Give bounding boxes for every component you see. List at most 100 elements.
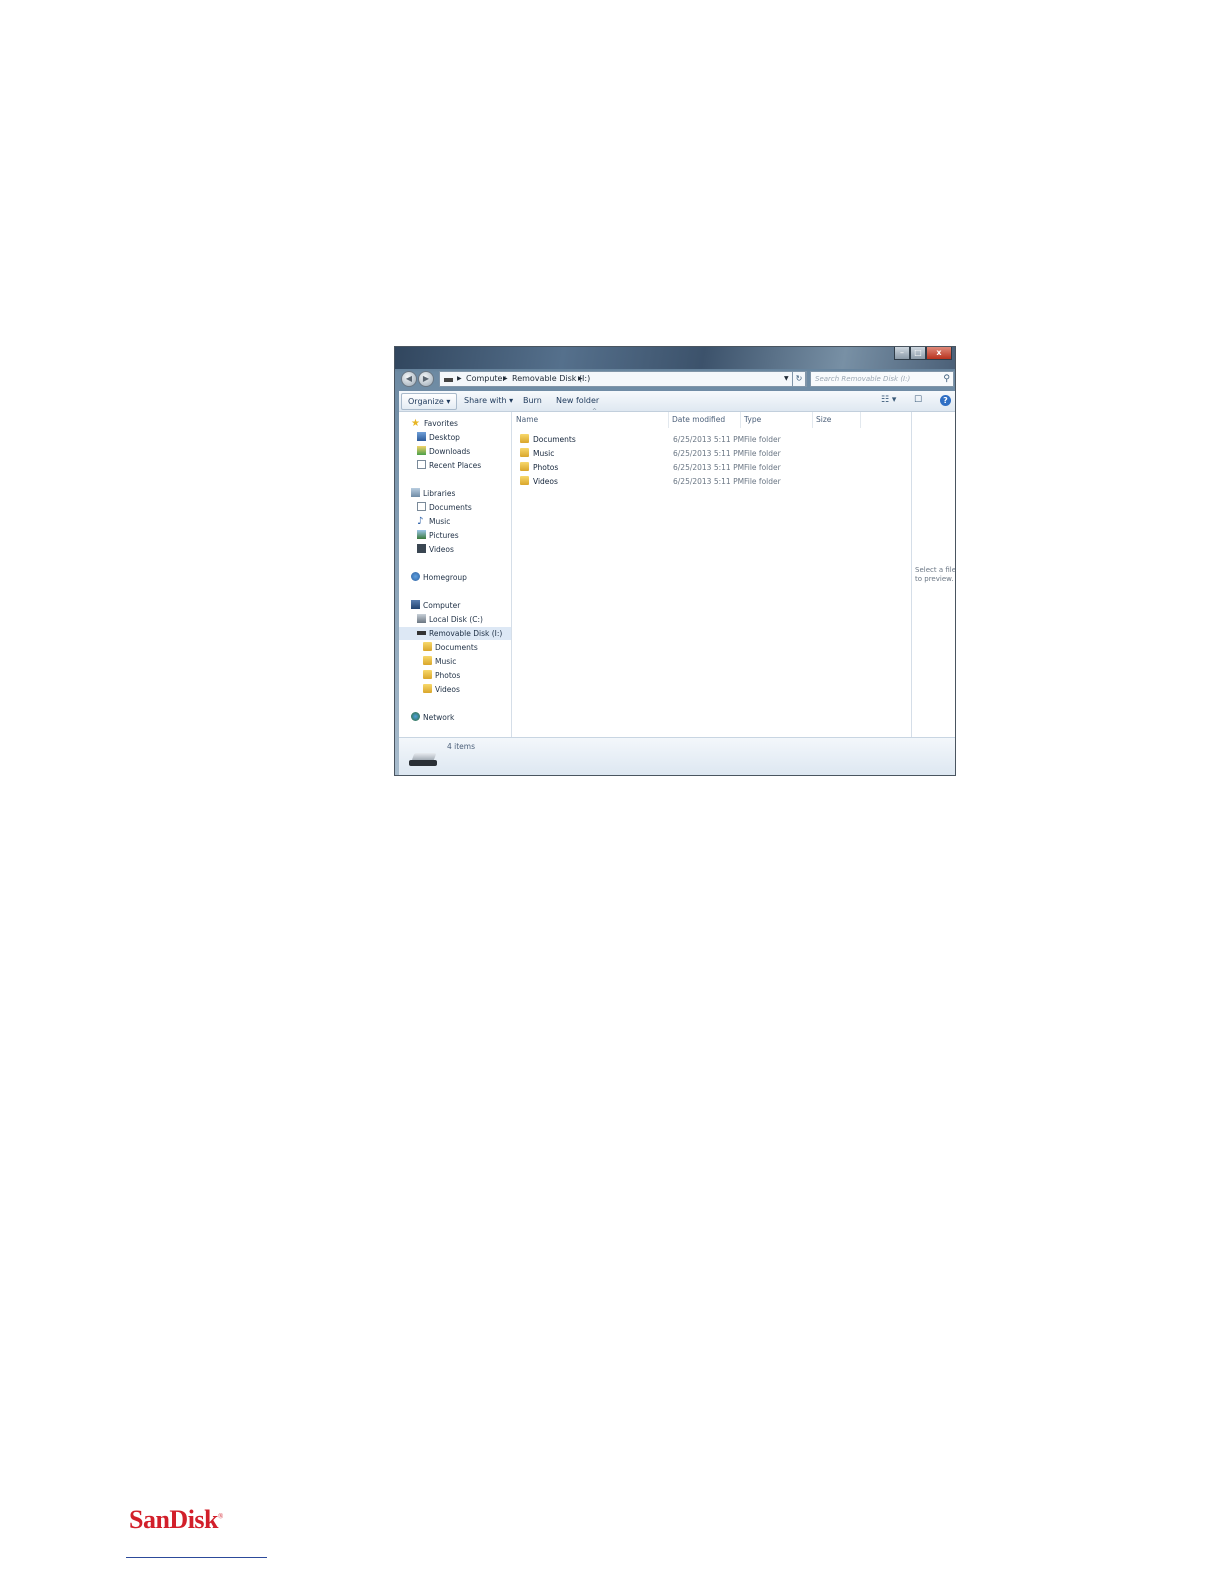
share-with-button[interactable]: Share with ▾ <box>464 391 513 411</box>
command-bar: Organize ▾ Share with ▾ Burn New folder … <box>399 391 955 412</box>
file-date: 6/25/2013 5:11 PM <box>673 449 745 458</box>
file-row[interactable]: Videos 6/25/2013 5:11 PM File folder <box>516 475 906 488</box>
nav-homegroup[interactable]: Homegroup <box>411 571 467 584</box>
file-type: File folder <box>744 449 781 458</box>
search-input[interactable]: Search Removable Disk (I:) ⚲ <box>810 371 954 387</box>
usb-drive-icon <box>409 753 439 767</box>
documents-icon <box>417 502 426 511</box>
details-pane: 4 items <box>399 737 955 775</box>
folder-icon <box>520 462 529 471</box>
footer-divider <box>126 1557 267 1558</box>
file-name: Documents <box>533 435 576 444</box>
nav-rd-documents[interactable]: Documents <box>423 641 478 654</box>
view-options-icon[interactable]: ☷ ▾ <box>881 395 896 405</box>
refresh-icon: ↻ <box>795 374 803 383</box>
folder-icon <box>423 684 432 693</box>
local-disk-icon <box>417 614 426 623</box>
address-dropdown-icon[interactable]: ▼ <box>784 372 789 386</box>
nav-rd-music[interactable]: Music <box>423 655 456 668</box>
window-body: ★ Favorites Desktop Downloads Recent Plac… <box>399 408 956 737</box>
explorer-window: – □ x ◀ ▶ ▶ Computer ▶ Removable Disk (I… <box>394 346 956 776</box>
registered-mark: ® <box>218 1512 223 1521</box>
nav-favorites[interactable]: ★ Favorites <box>411 417 458 430</box>
column-divider[interactable] <box>740 412 741 428</box>
column-header-type[interactable]: Type <box>744 415 761 424</box>
preview-message: Select a file to preview. <box>915 566 956 583</box>
folder-icon <box>520 448 529 457</box>
column-header-size[interactable]: Size <box>816 415 831 424</box>
navigation-bar: ◀ ▶ ▶ Computer ▶ Removable Disk (I:) ▶ ▼… <box>395 369 955 391</box>
breadcrumb-arrow-icon: ▶ <box>457 375 462 382</box>
breadcrumb-arrow-icon: ▶ <box>503 375 508 382</box>
file-date: 6/25/2013 5:11 PM <box>673 477 745 486</box>
file-type: File folder <box>744 477 781 486</box>
caption-buttons: – □ x <box>894 347 952 360</box>
help-icon[interactable]: ? <box>940 395 951 406</box>
nav-computer[interactable]: Computer <box>411 599 460 612</box>
file-date: 6/25/2013 5:11 PM <box>673 463 745 472</box>
column-divider[interactable] <box>812 412 813 428</box>
recent-places-icon <box>417 460 426 469</box>
file-name: Music <box>533 449 555 458</box>
title-bar[interactable]: – □ x <box>395 347 955 369</box>
nav-removable-disk[interactable]: Removable Disk (I:) <box>399 627 511 640</box>
breadcrumb-arrow-icon: ▶ <box>578 375 583 382</box>
preview-pane-icon[interactable]: ☐ <box>914 395 922 405</box>
nav-network[interactable]: Network <box>411 711 454 724</box>
nav-recent-places[interactable]: Recent Places <box>417 459 481 472</box>
preview-pane: Select a file to preview. <box>911 412 956 737</box>
videos-icon <box>417 544 426 553</box>
computer-icon <box>411 600 420 609</box>
column-divider[interactable] <box>668 412 669 428</box>
nav-libraries[interactable]: Libraries <box>411 487 455 500</box>
network-icon <box>411 712 420 721</box>
file-list: ^ Name Date modified Type Size Documents… <box>512 408 910 737</box>
organize-button[interactable]: Organize ▾ <box>401 393 458 410</box>
address-bar[interactable]: ▶ Computer ▶ Removable Disk (I:) ▶ ▼ <box>439 371 807 387</box>
folder-icon <box>520 434 529 443</box>
file-name: Photos <box>533 463 559 472</box>
minimize-button[interactable]: – <box>894 347 910 360</box>
close-button[interactable]: x <box>926 347 952 360</box>
file-type: File folder <box>744 463 781 472</box>
drive-icon <box>444 378 453 382</box>
folder-icon <box>423 642 432 651</box>
nav-lib-documents[interactable]: Documents <box>417 501 472 514</box>
downloads-icon <box>417 446 426 455</box>
burn-button[interactable]: Burn <box>523 391 542 411</box>
forward-arrow-icon: ▶ <box>422 374 430 383</box>
sandisk-logo: SanDisk® <box>129 1505 223 1534</box>
search-placeholder: Search Removable Disk (I:) <box>815 375 911 383</box>
folder-icon <box>423 670 432 679</box>
file-row[interactable]: Documents 6/25/2013 5:11 PM File folder <box>516 433 906 446</box>
column-header-name[interactable]: Name <box>516 415 538 424</box>
forward-button[interactable]: ▶ <box>418 371 434 387</box>
folder-icon <box>520 476 529 485</box>
nav-lib-videos[interactable]: Videos <box>417 543 454 556</box>
music-icon: ♪ <box>417 516 424 527</box>
nav-local-disk[interactable]: Local Disk (C:) <box>417 613 483 626</box>
navigation-pane: ★ Favorites Desktop Downloads Recent Plac… <box>399 412 512 737</box>
nav-lib-pictures[interactable]: Pictures <box>417 529 459 542</box>
file-date: 6/25/2013 5:11 PM <box>673 435 745 444</box>
search-icon[interactable]: ⚲ <box>943 372 950 386</box>
desktop-icon <box>417 432 426 441</box>
back-arrow-icon: ◀ <box>405 374 413 383</box>
nav-rd-photos[interactable]: Photos <box>423 669 460 682</box>
star-icon: ★ <box>411 418 420 429</box>
nav-downloads[interactable]: Downloads <box>417 445 470 458</box>
refresh-button[interactable]: ↻ <box>792 371 806 387</box>
nav-desktop[interactable]: Desktop <box>417 431 460 444</box>
back-button[interactable]: ◀ <box>401 371 417 387</box>
file-row[interactable]: Music 6/25/2013 5:11 PM File folder <box>516 447 906 460</box>
file-type: File folder <box>744 435 781 444</box>
nav-lib-music[interactable]: ♪ Music <box>417 515 450 528</box>
maximize-button[interactable]: □ <box>910 347 926 360</box>
breadcrumb-computer[interactable]: Computer <box>466 372 506 386</box>
pictures-icon <box>417 530 426 539</box>
column-divider[interactable] <box>860 412 861 428</box>
folder-icon <box>423 656 432 665</box>
column-header-date[interactable]: Date modified <box>672 415 725 424</box>
nav-rd-videos[interactable]: Videos <box>423 683 460 696</box>
file-row[interactable]: Photos 6/25/2013 5:11 PM File folder <box>516 461 906 474</box>
